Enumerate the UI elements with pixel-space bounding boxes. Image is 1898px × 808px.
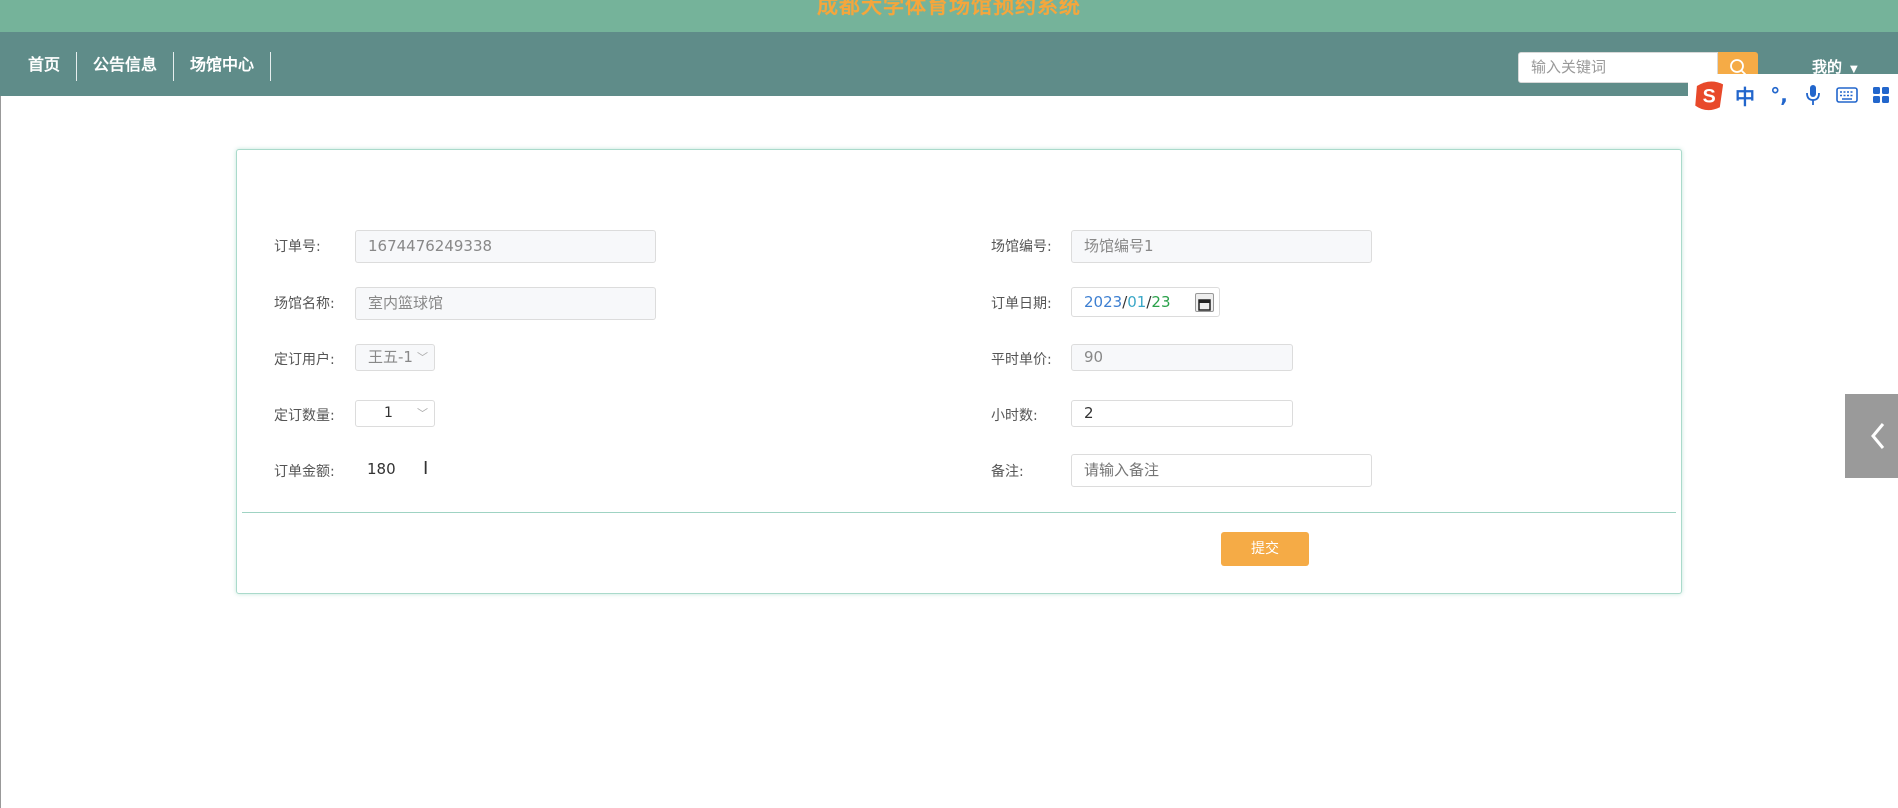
date-day: 23 — [1151, 293, 1171, 311]
hours-label: 小时数: — [991, 408, 1038, 424]
quantity-select[interactable]: 1 ﹀ — [355, 400, 435, 427]
venue-no-field[interactable]: 场馆编号1 — [1071, 230, 1372, 263]
calendar-icon[interactable] — [1195, 293, 1214, 312]
chevron-down-icon: ﹀ — [417, 351, 428, 364]
venue-name-field[interactable]: 室内篮球馆 — [355, 287, 656, 320]
venue-name-label: 场馆名称: — [274, 296, 335, 312]
unit-price-label: 平时单价: — [991, 352, 1052, 368]
nav-item-venue-center[interactable]: 场馆中心 — [174, 52, 272, 81]
hours-field[interactable]: 2 — [1071, 400, 1293, 427]
booking-user-select[interactable]: 王五-1 ﹀ — [355, 344, 435, 371]
side-panel-toggle[interactable] — [1845, 394, 1898, 478]
amount-label: 订单金额: — [274, 464, 335, 480]
amount-input[interactable]: 180 — [367, 460, 396, 478]
booking-user-label: 定订用户: — [274, 352, 335, 368]
site-title: 成都大学体育场馆预约系统 — [817, 0, 1081, 18]
nav-item-home[interactable]: 首页 — [12, 52, 78, 81]
chevron-left-icon — [1871, 423, 1885, 449]
venue-no-label: 场馆编号: — [991, 239, 1052, 255]
ime-toolbar: S 中 °, — [1688, 74, 1898, 116]
sogou-logo-icon[interactable]: S — [1692, 77, 1728, 113]
nav-item-announcements[interactable]: 公告信息 — [77, 52, 175, 81]
unit-price-field[interactable]: 90 — [1071, 344, 1293, 371]
ime-punctuation-icon[interactable]: °, — [1762, 77, 1796, 113]
form-divider — [242, 512, 1676, 513]
microphone-icon[interactable] — [1796, 77, 1830, 113]
quantity-value: 1 — [384, 405, 393, 421]
order-no-label: 订单号: — [274, 239, 321, 255]
submit-button[interactable]: 提交 — [1221, 532, 1309, 566]
ime-chinese-mode-icon[interactable]: 中 — [1728, 77, 1762, 113]
date-month: 01 — [1127, 293, 1147, 311]
svg-text:S: S — [1703, 85, 1716, 107]
date-year: 2023 — [1084, 293, 1123, 311]
text-cursor-icon: I — [423, 458, 429, 479]
nav-menu: 首页 公告信息 场馆中心 — [12, 52, 272, 81]
keyboard-icon[interactable] — [1830, 77, 1864, 113]
quantity-label: 定订数量: — [274, 408, 335, 424]
grid-menu-icon[interactable] — [1864, 77, 1898, 113]
chevron-down-icon: ﹀ — [417, 407, 428, 420]
booking-user-value: 王五-1 — [368, 348, 413, 366]
order-no-field[interactable]: 1674476249338 — [355, 230, 656, 263]
page-left-border — [0, 96, 1, 808]
remark-input[interactable] — [1071, 454, 1372, 487]
remark-label: 备注: — [991, 464, 1024, 480]
order-date-label: 订单日期: — [991, 296, 1052, 312]
top-navbar: 首页 公告信息 场馆中心 我的▼ — [0, 32, 1898, 96]
order-form-card: 订单号: 1674476249338 场馆编号: 场馆编号1 场馆名称: 室内篮… — [236, 149, 1682, 594]
order-date-field[interactable]: 2023/01/23 — [1071, 287, 1220, 317]
top-banner: 成都大学体育场馆预约系统 — [0, 0, 1898, 32]
